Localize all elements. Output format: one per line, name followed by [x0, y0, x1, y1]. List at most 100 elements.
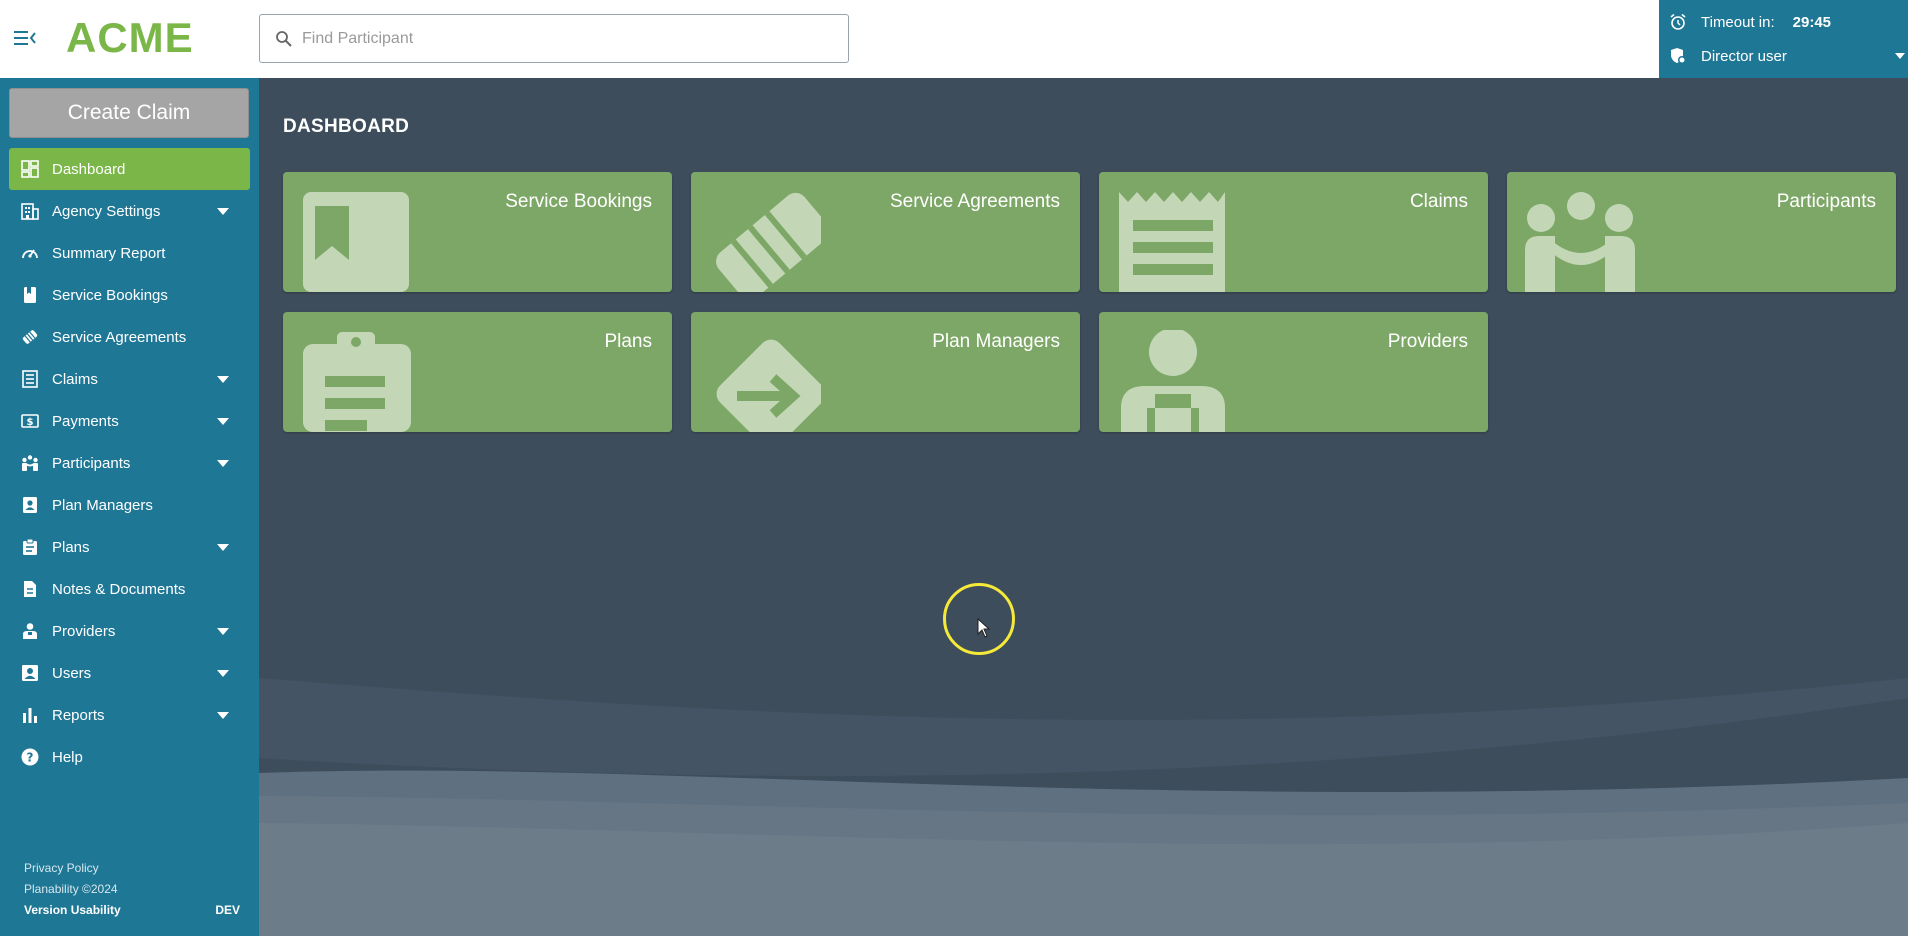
sidebar-item-users[interactable]: Users	[0, 652, 259, 694]
sidebar-item-label: Agency Settings	[52, 202, 161, 220]
background-wave	[259, 678, 1908, 936]
sidebar-item-participants[interactable]: Participants	[0, 442, 259, 484]
create-claim-button[interactable]: Create Claim	[9, 88, 249, 138]
sidebar-item-label: Claims	[52, 370, 98, 388]
sidebar-item-label: Help	[52, 748, 83, 766]
participant-search[interactable]	[259, 14, 849, 63]
document-icon	[20, 579, 40, 599]
sidebar-item-plans[interactable]: Plans	[0, 526, 259, 568]
user-card-icon	[20, 663, 40, 683]
acme-logo[interactable]: ACME	[66, 14, 194, 62]
sidebar-footer: Privacy Policy Planability ©2024 Version…	[24, 858, 240, 921]
tile-label: Claims	[1409, 191, 1468, 212]
sidebar-item-payments[interactable]: $ Payments	[0, 400, 259, 442]
tile-label: Providers	[1387, 331, 1468, 352]
people-icon	[20, 453, 40, 473]
sidebar-item-service-bookings[interactable]: Service Bookings	[0, 274, 259, 316]
sidebar-item-label: Users	[52, 664, 92, 682]
sidebar-item-reports[interactable]: Reports	[0, 694, 259, 736]
id-card-icon	[20, 495, 40, 515]
receipt-icon	[1119, 192, 1225, 292]
chevron-down-icon[interactable]	[217, 208, 229, 215]
bar-chart-icon	[20, 705, 40, 725]
tile-label: Plan Managers	[932, 331, 1060, 352]
handshake-icon	[716, 192, 821, 292]
handshake-icon	[20, 327, 40, 347]
sidebar-item-notes-documents[interactable]: Notes & Documents	[0, 568, 259, 610]
mouse-cursor-icon	[977, 618, 991, 638]
version-text: Version Usability	[24, 903, 121, 917]
user-panel: Timeout in: 29:45 Director user	[1659, 0, 1908, 78]
user-menu[interactable]: Director user	[1669, 45, 1905, 67]
sidebar-item-providers[interactable]: Providers	[0, 610, 259, 652]
bookmark-icon	[303, 192, 409, 292]
main-content: DASHBOARD Service Bookings Service Agree…	[259, 78, 1908, 936]
tile-label: Service Bookings	[505, 191, 652, 212]
gauge-icon	[20, 243, 40, 263]
sidebar-item-service-agreements[interactable]: Service Agreements	[0, 316, 259, 358]
tile-claims[interactable]: Claims	[1099, 172, 1488, 292]
tile-plan-managers[interactable]: Plan Managers	[691, 312, 1080, 432]
worker-icon	[20, 621, 40, 641]
sidebar-item-help[interactable]: ? Help	[0, 736, 259, 778]
timeout-row: Timeout in: 29:45	[1669, 11, 1831, 33]
sidebar-item-dashboard[interactable]: Dashboard	[9, 148, 250, 190]
tile-providers[interactable]: Providers	[1099, 312, 1488, 432]
sidebar-item-label: Plans	[52, 538, 90, 556]
tile-participants[interactable]: Participants	[1507, 172, 1896, 292]
search-input[interactable]	[302, 15, 832, 62]
page-title: DASHBOARD	[283, 116, 410, 137]
chevron-down-icon	[1895, 53, 1905, 59]
timeout-value: 29:45	[1792, 13, 1832, 31]
sidebar-item-agency-settings[interactable]: Agency Settings	[0, 190, 259, 232]
sidebar-item-label: Service Bookings	[52, 286, 168, 304]
tile-service-bookings[interactable]: Service Bookings	[283, 172, 672, 292]
sidebar-item-summary-report[interactable]: Summary Report	[0, 232, 259, 274]
chevron-down-icon[interactable]	[217, 418, 229, 425]
diamond-arrow-icon	[716, 339, 821, 432]
chevron-down-icon[interactable]	[217, 376, 229, 383]
user-shield-icon	[1671, 48, 1686, 64]
copyright-text: Planability ©2024	[24, 882, 118, 896]
clipboard-icon	[303, 332, 411, 432]
top-header: ACME Timeout in: 29:45 Director user	[0, 0, 1908, 78]
sidebar-item-claims[interactable]: Claims	[0, 358, 259, 400]
user-name: Director user	[1701, 47, 1787, 65]
chevron-down-icon[interactable]	[217, 670, 229, 677]
chevron-down-icon[interactable]	[217, 712, 229, 719]
svg-text:$: $	[27, 417, 34, 428]
tile-service-agreements[interactable]: Service Agreements	[691, 172, 1080, 292]
chevron-down-icon[interactable]	[217, 544, 229, 551]
sidebar-item-plan-managers[interactable]: Plan Managers	[0, 484, 259, 526]
dollar-icon: $	[20, 411, 40, 431]
clipboard-icon	[20, 537, 40, 557]
sidebar-item-label: Plan Managers	[52, 496, 153, 514]
alarm-clock-icon	[1670, 13, 1686, 30]
sidebar-item-label: Payments	[52, 412, 119, 430]
help-icon: ?	[20, 747, 40, 767]
building-icon	[20, 201, 40, 221]
sidebar: Create Claim Dashboard Agency Settings S…	[0, 78, 259, 936]
tile-plans[interactable]: Plans	[283, 312, 672, 432]
tile-label: Participants	[1776, 191, 1876, 212]
chevron-down-icon[interactable]	[217, 628, 229, 635]
svg-text:?: ?	[27, 751, 34, 765]
menu-collapse-icon[interactable]	[14, 28, 36, 48]
sidebar-nav: Dashboard Agency Settings Summary Report…	[0, 148, 259, 778]
tile-label: Service Agreements	[889, 191, 1060, 212]
sidebar-item-label: Participants	[52, 454, 131, 472]
people-icon	[1525, 192, 1635, 292]
worker-icon	[1121, 330, 1225, 432]
dashboard-icon	[20, 159, 40, 179]
sidebar-item-label: Service Agreements	[52, 328, 187, 346]
bookmark-icon	[20, 285, 40, 305]
chevron-down-icon[interactable]	[217, 460, 229, 467]
tile-label: Plans	[604, 331, 652, 352]
receipt-icon	[20, 369, 40, 389]
sidebar-item-label: Providers	[52, 622, 116, 640]
sidebar-item-label: Dashboard	[52, 160, 126, 178]
privacy-policy-link[interactable]: Privacy Policy	[24, 858, 240, 879]
environment-badge: DEV	[215, 903, 240, 917]
search-icon	[276, 31, 292, 47]
timeout-label: Timeout in:	[1701, 13, 1775, 31]
